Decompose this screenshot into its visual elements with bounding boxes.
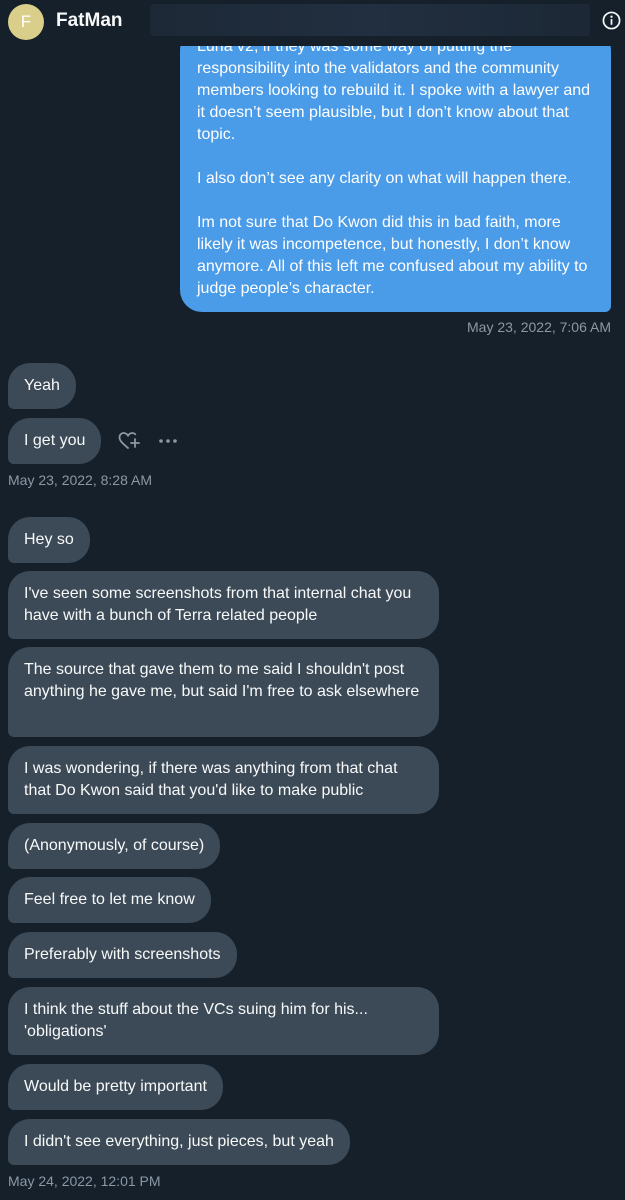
message-text: responsibility into the validators and t…: [197, 60, 591, 143]
received-message-bubble[interactable]: Hey so: [8, 517, 90, 563]
received-message-bubble[interactable]: Preferably with screenshots: [8, 932, 237, 978]
received-message-bubble[interactable]: I think the stuff about the VCs suing hi…: [8, 987, 439, 1055]
message-text: I get you: [24, 432, 86, 449]
message-text: The source that gave them to me said I s…: [24, 661, 420, 700]
received-message-bubble[interactable]: (Anonymously, of course): [8, 823, 221, 869]
received-message-bubble[interactable]: I get you: [8, 418, 102, 464]
message-text: I think the stuff about the VCs suing hi…: [24, 1001, 368, 1040]
received-message-bubble[interactable]: Feel free to let me know: [8, 877, 211, 923]
more-options-icon[interactable]: [158, 436, 178, 446]
received-message-bubble[interactable]: I've seen some screenshots from that int…: [8, 571, 439, 639]
redacted-area: [150, 4, 590, 36]
message-text: (Anonymously, of course): [24, 837, 205, 854]
received-message-bubble[interactable]: I was wondering, if there was anything f…: [8, 746, 439, 814]
message-text: I also don’t see any clarity on what wil…: [197, 170, 572, 187]
message-text: Hey so: [24, 531, 74, 548]
sent-timestamp: May 23, 2022, 7:06 AM: [467, 319, 611, 335]
received-message-bubble[interactable]: Yeah: [8, 363, 76, 409]
contact-name[interactable]: FatMan: [56, 10, 123, 32]
message-text: Yeah: [24, 377, 60, 394]
message-text: Would be pretty important: [24, 1078, 207, 1095]
message-text: I was wondering, if there was anything f…: [24, 760, 398, 799]
received-message-bubble[interactable]: The source that gave them to me said I s…: [8, 647, 439, 737]
react-heart-icon[interactable]: [118, 431, 140, 451]
info-icon[interactable]: [602, 11, 621, 30]
received-timestamp: May 23, 2022, 8:28 AM: [8, 472, 152, 488]
received-message-bubble[interactable]: I didn't see everything, just pieces, bu…: [8, 1119, 350, 1165]
message-text: I didn't see everything, just pieces, bu…: [24, 1133, 334, 1150]
message-text: I've seen some screenshots from that int…: [24, 585, 412, 624]
received-timestamp: May 24, 2022, 12:01 PM: [8, 1173, 161, 1189]
avatar[interactable]: F: [8, 4, 44, 40]
sent-message-bubble[interactable]: Luna v2, if they was some way of putting…: [180, 28, 611, 312]
message-text: Preferably with screenshots: [24, 946, 221, 963]
message-text: Feel free to let me know: [24, 891, 195, 908]
message-text: Im not sure that Do Kwon did this in bad…: [197, 214, 588, 297]
received-message-bubble[interactable]: Would be pretty important: [8, 1064, 223, 1110]
conversation-header: F FatMan: [0, 0, 625, 46]
